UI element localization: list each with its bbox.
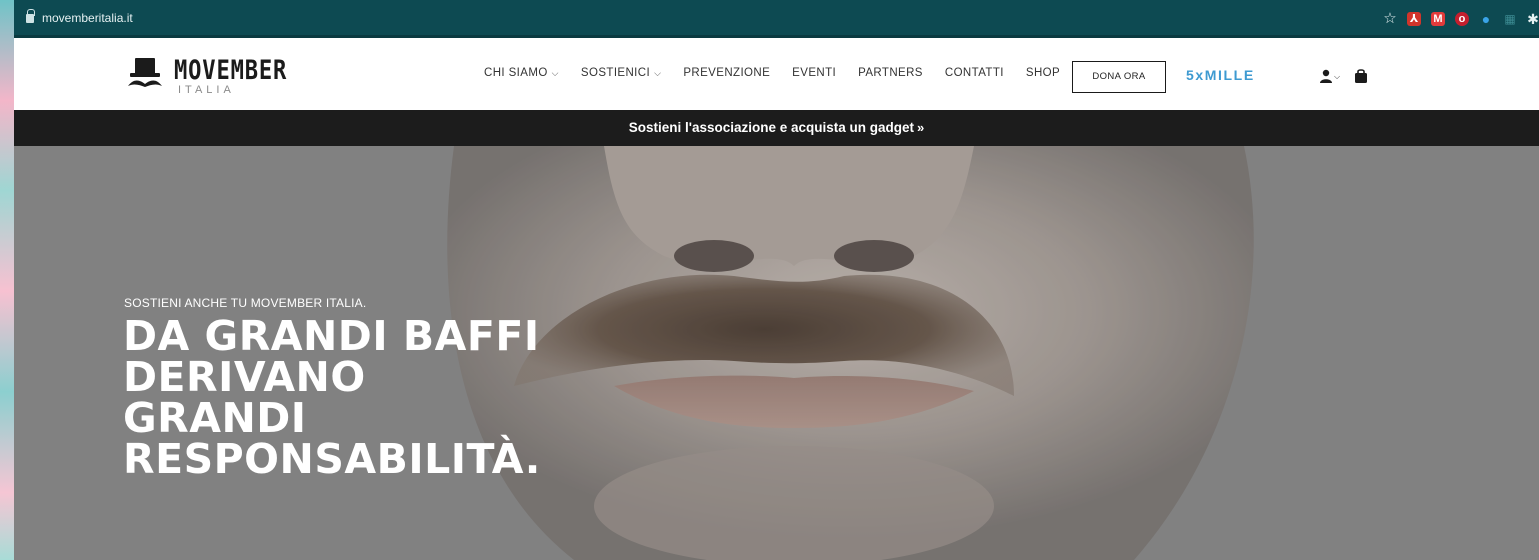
hero-kicker: SOSTIENI ANCHE TU MOVEMBER ITALIA. <box>124 296 367 310</box>
hero-section: SOSTIENI ANCHE TU MOVEMBER ITALIA. DA GR… <box>14 146 1539 560</box>
shopping-bag-icon[interactable] <box>1354 68 1368 83</box>
nav-item-shop[interactable]: SHOP <box>1026 67 1060 79</box>
ublock-icon[interactable]: o <box>1455 12 1469 26</box>
chevron-down-icon[interactable]: ⌵ <box>1334 72 1340 82</box>
five-mille-link[interactable]: 5xMILLE <box>1186 67 1255 83</box>
m-extension-icon[interactable]: M <box>1431 12 1445 26</box>
hero-headline-line: RESPONSABILITÀ. <box>123 435 541 483</box>
promo-bar[interactable]: Sostieni l'associazione e acquista un ga… <box>14 110 1539 146</box>
hero-headline-line: DERIVANO <box>123 353 366 401</box>
logo-subtitle: ITALIA <box>178 84 235 96</box>
nav-item-contatti[interactable]: CONTATTI <box>945 67 1004 79</box>
lock-icon[interactable] <box>26 9 35 23</box>
main-nav: CHI SIAMO ⌵ SOSTIENICI ⌵ PREVENZIONE EVENT… <box>484 67 1082 79</box>
drop-extension-icon[interactable]: ● <box>1479 12 1493 26</box>
nav-item-eventi[interactable]: EVENTI <box>792 67 836 79</box>
address-bar[interactable]: movemberitalia.it ☆ ⅄ M o ● ▦ ✱ <box>14 0 1539 38</box>
site-header: MOVEMBER ITALIA CHI SIAMO ⌵ SOSTIENICI ⌵ P… <box>14 38 1539 110</box>
nav-item-prevenzione[interactable]: PREVENZIONE <box>683 67 770 79</box>
logo-wordmark: MOVEMBER <box>174 55 288 86</box>
nav-item-sostienici[interactable]: SOSTIENICI ⌵ <box>581 67 661 79</box>
grid-extension-icon[interactable]: ▦ <box>1503 12 1517 26</box>
url-text[interactable]: movemberitalia.it <box>42 11 133 25</box>
extension-toolbar: ☆ ⅄ M o ● ▦ ✱ <box>1383 9 1539 29</box>
browser-window: movemberitalia.it ☆ ⅄ M o ● ▦ ✱ MOVEMBER… <box>14 0 1539 560</box>
background-strip <box>0 0 14 560</box>
top-hat-mustache-icon <box>128 58 162 87</box>
hero-headline: DA GRANDI BAFFI DERIVANO GRANDI RESPONSA… <box>123 316 643 480</box>
star-icon[interactable]: ☆ <box>1383 11 1397 26</box>
double-chevron-right-icon: » <box>917 120 925 135</box>
nav-item-chi-siamo[interactable]: CHI SIAMO ⌵ <box>484 67 559 79</box>
promo-text: Sostieni l'associazione e acquista un ga… <box>628 120 915 135</box>
pdf-extension-icon[interactable]: ⅄ <box>1407 12 1421 26</box>
donate-button[interactable]: DONA ORA <box>1072 61 1166 93</box>
hero-headline-line: DA GRANDI BAFFI <box>123 312 540 360</box>
chevron-down-icon: ⌵ <box>654 68 662 78</box>
nav-item-partners[interactable]: PARTNERS <box>858 67 923 79</box>
puzzle-icon[interactable]: ✱ <box>1527 12 1539 26</box>
chevron-down-icon: ⌵ <box>551 68 559 78</box>
hero-headline-line: GRANDI <box>123 394 307 442</box>
movember-logo[interactable]: MOVEMBER ITALIA <box>126 54 316 98</box>
user-icon[interactable] <box>1319 69 1333 83</box>
